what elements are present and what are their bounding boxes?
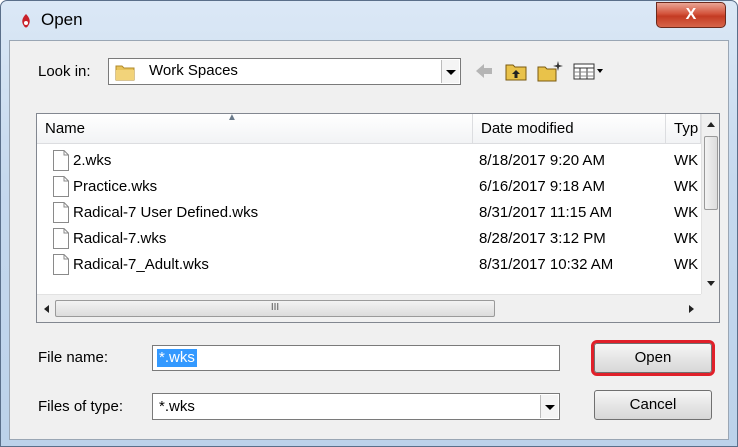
file-date: 8/18/2017 9:20 AM	[479, 152, 605, 169]
title-bar[interactable]: Open X	[1, 1, 737, 39]
file-row[interactable]: 2.wks 8/18/2017 9:20 AM WK	[37, 148, 701, 174]
file-date: 8/28/2017 3:12 PM	[479, 230, 606, 247]
file-type: WK	[674, 152, 699, 169]
new-folder-icon[interactable]	[536, 59, 564, 83]
scroll-up-icon[interactable]	[706, 120, 716, 128]
file-name: Radical-7.wks	[73, 230, 167, 247]
vertical-scroll-thumb[interactable]	[704, 136, 718, 210]
document-icon	[53, 254, 69, 275]
open-dialog: Open X Look in: Work Spaces ▲ Name Date …	[0, 0, 738, 447]
scroll-left-icon[interactable]	[42, 304, 50, 314]
file-type: WK	[674, 204, 699, 221]
file-row[interactable]: Radical-7_Adult.wks 8/31/2017 10:32 AM W…	[37, 252, 701, 278]
file-row[interactable]: Radical-7.wks 8/28/2017 3:12 PM WK	[37, 226, 701, 252]
file-type: WK	[674, 230, 699, 247]
file-type: WK	[674, 256, 699, 273]
file-row[interactable]: Radical-7 User Defined.wks 8/31/2017 11:…	[37, 200, 701, 226]
sort-ascending-icon: ▲	[227, 113, 237, 123]
file-row[interactable]: Practice.wks 6/16/2017 9:18 AM WK	[37, 174, 701, 200]
column-header-date-modified[interactable]: Date modified	[473, 114, 666, 144]
look-in-value: Work Spaces	[149, 62, 238, 79]
thumb-grip-icon: III	[270, 302, 280, 313]
file-date: 8/31/2017 10:32 AM	[479, 256, 614, 273]
look-in-combo[interactable]: Work Spaces	[108, 58, 461, 85]
vertical-scrollbar[interactable]	[701, 114, 719, 294]
close-button[interactable]: X	[656, 2, 726, 28]
views-menu-icon[interactable]	[572, 59, 606, 83]
document-icon	[53, 228, 69, 249]
scrollbar-corner	[701, 294, 719, 322]
file-name: Practice.wks	[73, 178, 158, 195]
dialog-body: Look in: Work Spaces ▲ Name Date modifie…	[9, 40, 729, 440]
scroll-down-icon[interactable]	[706, 280, 716, 288]
close-icon: X	[685, 6, 697, 23]
up-folder-icon[interactable]	[504, 59, 528, 83]
file-name-value: *.wks	[157, 349, 197, 367]
column-header-name[interactable]: ▲ Name	[37, 114, 473, 144]
scroll-right-icon[interactable]	[688, 304, 696, 314]
file-name: Radical-7 User Defined.wks	[73, 204, 259, 221]
horizontal-scroll-thumb[interactable]: III	[55, 300, 495, 317]
cancel-button[interactable]: Cancel	[594, 390, 712, 420]
column-header-type[interactable]: Typ	[666, 114, 701, 144]
file-type: WK	[674, 178, 699, 195]
files-of-type-dropdown-arrow[interactable]	[540, 395, 558, 418]
column-label: Name	[45, 120, 86, 137]
files-of-type-value: *.wks	[159, 398, 195, 415]
column-label: Date modified	[481, 120, 574, 137]
file-name: 2.wks	[73, 152, 112, 169]
document-icon	[53, 176, 69, 197]
file-name-field[interactable]: *.wks	[152, 345, 560, 371]
file-name: Radical-7_Adult.wks	[73, 256, 209, 273]
document-icon	[53, 150, 69, 171]
look-in-dropdown-arrow[interactable]	[441, 60, 459, 83]
files-of-type-label: Files of type:	[38, 398, 124, 415]
file-date: 8/31/2017 11:15 AM	[479, 204, 613, 221]
column-label: Typ	[674, 120, 699, 137]
horizontal-scrollbar[interactable]: III	[37, 294, 701, 322]
document-icon	[53, 202, 69, 223]
file-list[interactable]: ▲ Name Date modified Typ 2.wks 8/18/2017…	[36, 113, 720, 323]
window-title: Open	[41, 10, 83, 29]
app-icon	[22, 14, 30, 28]
folder-icon	[115, 65, 135, 81]
open-button[interactable]: Open	[591, 340, 715, 376]
file-name-label: File name:	[38, 349, 109, 366]
file-date: 6/16/2017 9:18 AM	[479, 178, 605, 195]
look-in-label: Look in:	[38, 63, 91, 80]
back-arrow-icon[interactable]	[472, 59, 496, 83]
files-of-type-combo[interactable]: *.wks	[152, 393, 560, 420]
